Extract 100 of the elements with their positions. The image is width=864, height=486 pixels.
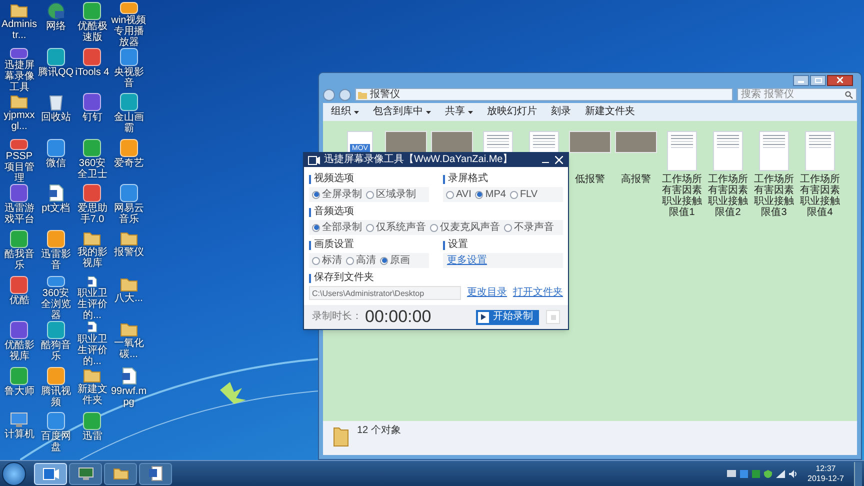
toolbar-button[interactable]: 组织 <box>331 106 359 118</box>
radio-button[interactable] <box>366 190 374 198</box>
desktop-icon-label[interactable]: 360安全浏览器 <box>38 288 74 322</box>
option-label: 不录声音 <box>514 222 554 234</box>
desktop-icon-label[interactable]: 我的影视库 <box>74 246 110 269</box>
desktop-icon-label[interactable]: 优酷 <box>1 294 38 306</box>
app-icon <box>120 184 138 202</box>
radio-button[interactable] <box>346 256 354 264</box>
desktop-icon-label[interactable]: 金山画霸 <box>110 112 147 134</box>
desktop-icon-label[interactable]: 职业卫生评价的... <box>74 334 110 367</box>
file-name[interactable]: 高报警 <box>615 174 657 185</box>
search-field[interactable]: 搜索 报警仪 <box>737 88 857 101</box>
signal-icon[interactable] <box>776 470 785 478</box>
radio-button[interactable] <box>510 190 518 198</box>
toolbar-button[interactable]: 包含到库中 <box>373 106 431 118</box>
file-name[interactable]: 工作场所有害因素职业接触限值4 <box>799 174 841 218</box>
desktop-icon-label[interactable]: 迅雷 <box>74 431 110 442</box>
desktop-icon-label[interactable]: 腾讯视频 <box>38 386 74 408</box>
desktop-icon-label[interactable]: win视频专用播放器 <box>110 14 147 48</box>
maximize-button[interactable] <box>810 74 826 86</box>
desktop-icon-label[interactable]: 回收站 <box>38 112 74 124</box>
desktop-icon-label[interactable]: 央视影音 <box>110 66 147 89</box>
desktop-icon-label[interactable]: pt文档 <box>38 203 74 214</box>
desktop-icon-label[interactable]: 爱奇艺 <box>110 158 147 169</box>
address-bar[interactable]: 报警仪 <box>355 88 733 101</box>
section-heading: 画质设置 <box>314 239 354 251</box>
folder-link[interactable]: 打开文件夹 <box>513 287 563 299</box>
file-name[interactable]: 低报警 <box>569 174 611 185</box>
video-camera-icon <box>42 468 58 480</box>
app-icon <box>46 48 65 66</box>
toolbar-button[interactable]: 刻录 <box>551 106 571 118</box>
radio-button[interactable] <box>504 224 512 232</box>
clock-date[interactable]: 2019-12-7 <box>808 474 844 484</box>
desktop-icon-label[interactable]: 优酷影视库 <box>1 340 38 362</box>
desktop-icon-label[interactable]: yjpmxxgl... <box>1 110 38 132</box>
caret-icon <box>468 110 473 114</box>
desktop-icon-label[interactable]: 八大... <box>110 292 147 304</box>
taskbar-app-button[interactable] <box>69 462 102 484</box>
item-count: 12 个对象 <box>357 425 401 437</box>
desktop-icon-label[interactable]: 百度网盘 <box>38 431 74 454</box>
app-icon <box>46 412 65 430</box>
desktop-icon-label[interactable]: 酷狗音乐 <box>38 340 74 362</box>
desktop-icon-label[interactable]: 网易云音乐 <box>110 203 147 226</box>
taskbar-app-button[interactable] <box>104 462 137 484</box>
search-input[interactable]: 搜索 报警仪 <box>741 89 837 100</box>
radio-button[interactable] <box>380 256 388 264</box>
radio-button[interactable] <box>475 190 484 198</box>
forward-button[interactable] <box>339 88 351 100</box>
word-document-icon <box>148 466 162 481</box>
file-name[interactable]: 工作场所有害因素职业接触限值2 <box>707 174 749 218</box>
desktop-icon-label[interactable]: 迅捷屏幕录像工具 <box>1 60 38 94</box>
desktop-icon-label[interactable]: 报警仪 <box>110 246 147 258</box>
start-button[interactable] <box>2 462 26 486</box>
clock-time[interactable]: 12:37 <box>816 464 836 474</box>
radio-button[interactable] <box>312 224 320 232</box>
desktop-icon-label[interactable]: 迅雷游戏平台 <box>1 203 38 226</box>
desktop-icon-label[interactable]: iTools 4 <box>74 66 110 78</box>
desktop-icon-label[interactable]: 微信 <box>38 158 74 169</box>
toolbar-button[interactable]: 新建文件夹 <box>585 106 635 118</box>
close-button[interactable] <box>827 74 853 86</box>
shield-icon[interactable] <box>764 470 772 478</box>
radio-button[interactable] <box>430 224 438 232</box>
show-desktop-button[interactable] <box>854 462 862 486</box>
folder-icon <box>120 230 138 246</box>
back-button[interactable] <box>323 88 335 100</box>
caret-icon <box>354 110 359 114</box>
speaker-icon[interactable] <box>788 470 798 478</box>
radio-button[interactable] <box>366 224 374 232</box>
more-settings-link[interactable]: 更多设置 <box>447 254 487 266</box>
desktop-icon-label[interactable]: 计算机 <box>1 429 38 440</box>
desktop-icon-label[interactable]: 爱思助手7.0 <box>74 203 110 226</box>
desktop-icon-label[interactable]: 一氧化碳... <box>110 338 147 360</box>
desktop-icon-label[interactable]: Administr... <box>1 19 38 41</box>
toolbar-button[interactable]: 共享 <box>445 106 473 118</box>
desktop-icon-label[interactable]: 钉钉 <box>74 112 110 124</box>
radio-button[interactable] <box>312 190 320 198</box>
desktop-icon-label[interactable]: 360安全卫士 <box>74 158 110 180</box>
folder-path-field[interactable]: C:\Users\Administrator\Desktop <box>309 286 461 300</box>
close-icon <box>837 77 843 83</box>
desktop-icon-label[interactable]: 99rwf.mpg <box>110 386 147 408</box>
option-label: 仅麦克风声音 <box>440 222 500 234</box>
desktop-icon-label[interactable]: 酷我音乐 <box>1 248 38 271</box>
toolbar-button[interactable]: 放映幻灯片 <box>487 106 537 118</box>
keyboard-icon[interactable] <box>726 470 736 477</box>
start-recording-button[interactable]: 开始录制 <box>476 310 539 324</box>
desktop-icon-label[interactable]: 职业卫生评价的... <box>74 288 110 322</box>
app-icon <box>46 138 65 157</box>
desktop-icon-label[interactable]: 腾讯QQ <box>38 66 74 78</box>
radio-button[interactable] <box>312 256 320 264</box>
desktop-icon-label[interactable]: 新建文件夹 <box>74 384 110 406</box>
desktop-icon-label[interactable]: 网络 <box>38 21 74 32</box>
desktop-icon-label[interactable]: 优酷极速版 <box>74 21 110 43</box>
folder-link[interactable]: 更改目录 <box>467 287 507 299</box>
desktop-icon-label[interactable]: PSSP项目管理 <box>1 151 38 184</box>
taskbar-app-button[interactable] <box>139 462 172 484</box>
file-name[interactable]: 工作场所有害因素职业接触限值1 <box>661 174 703 218</box>
desktop-icon-label[interactable]: 鲁大师 <box>1 386 38 397</box>
desktop-icon-label[interactable]: 迅雷影音 <box>38 248 74 271</box>
radio-button[interactable] <box>446 190 454 198</box>
file-name[interactable]: 工作场所有害因素职业接触限值3 <box>753 174 795 218</box>
